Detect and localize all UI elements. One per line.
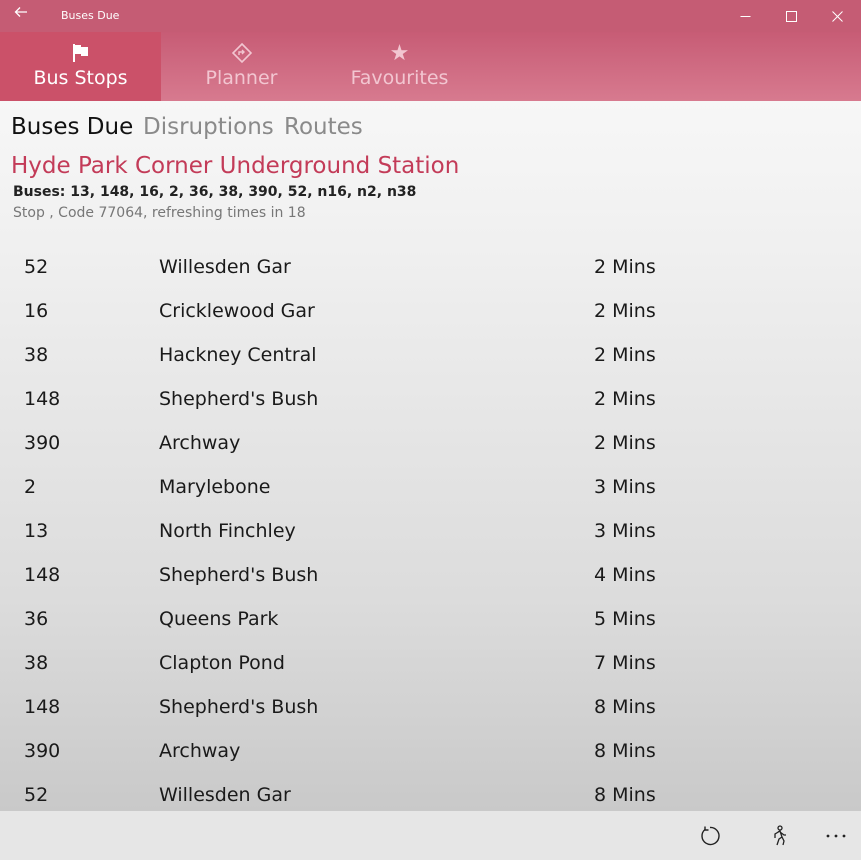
destination: Marylebone <box>159 476 271 498</box>
maximize-button[interactable] <box>768 0 814 32</box>
title-bar: Buses Due <box>0 0 861 32</box>
arrivals-list: 52 Willesden Gar 2 Mins 16 Cricklewood G… <box>0 244 861 811</box>
route-number: 2 <box>24 476 37 498</box>
tab-planner[interactable]: Planner <box>161 32 322 101</box>
close-button[interactable] <box>814 0 860 32</box>
route-number: 390 <box>24 740 61 762</box>
route-number: 36 <box>24 608 49 630</box>
tab-label: Planner <box>205 67 278 89</box>
destination: Shepherd's Bush <box>159 388 319 410</box>
due-time: 8 Mins <box>594 696 656 718</box>
minimize-icon <box>740 15 750 17</box>
subtab-routes[interactable]: Routes <box>284 114 363 140</box>
table-row[interactable]: 148 Shepherd's Bush 8 Mins <box>0 684 861 728</box>
due-time: 5 Mins <box>594 608 656 630</box>
subtab-buses-due[interactable]: Buses Due <box>11 114 133 140</box>
table-row[interactable]: 148 Shepherd's Bush 4 Mins <box>0 552 861 596</box>
back-arrow-icon[interactable] <box>14 4 28 23</box>
due-time: 2 Mins <box>594 344 656 366</box>
due-time: 3 Mins <box>594 476 656 498</box>
destination: Clapton Pond <box>159 652 285 674</box>
route-number: 148 <box>24 388 61 410</box>
table-row[interactable]: 13 North Finchley 3 Mins <box>0 508 861 552</box>
due-time: 2 Mins <box>594 256 656 278</box>
route-number: 13 <box>24 520 49 542</box>
stop-info: Stop , Code 77064, refreshing times in 1… <box>13 205 306 221</box>
table-row[interactable]: 16 Cricklewood Gar 2 Mins <box>0 288 861 332</box>
tab-label: Favourites <box>350 67 449 89</box>
route-number: 52 <box>24 256 49 278</box>
route-number: 38 <box>24 344 49 366</box>
route-number: 38 <box>24 652 49 674</box>
subtab-disruptions[interactable]: Disruptions <box>143 114 274 140</box>
due-time: 7 Mins <box>594 652 656 674</box>
destination: Queens Park <box>159 608 279 630</box>
route-number: 16 <box>24 300 49 322</box>
main-content: Buses Due Disruptions Routes Hyde Park C… <box>0 101 861 811</box>
due-time: 8 Mins <box>594 740 656 762</box>
route-number: 390 <box>24 432 61 454</box>
bottom-app-bar <box>0 811 861 860</box>
table-row[interactable]: 38 Hackney Central 2 Mins <box>0 332 861 376</box>
walking-person-icon <box>774 824 786 845</box>
due-time: 2 Mins <box>594 300 656 322</box>
route-number: 148 <box>24 696 61 718</box>
destination: Hackney Central <box>159 344 317 366</box>
due-time: 4 Mins <box>594 564 656 586</box>
due-time: 2 Mins <box>594 432 656 454</box>
due-time: 3 Mins <box>594 520 656 542</box>
more-icon <box>826 834 846 837</box>
stop-bus-list: Buses: 13, 148, 16, 2, 36, 38, 390, 52, … <box>13 184 417 200</box>
refresh-button[interactable] <box>688 811 732 860</box>
flag-icon <box>0 42 161 64</box>
destination: North Finchley <box>159 520 296 542</box>
due-time: 8 Mins <box>594 784 656 806</box>
tab-bus-stops[interactable]: Bus Stops <box>0 32 161 101</box>
destination: Shepherd's Bush <box>159 564 319 586</box>
walking-button[interactable] <box>757 811 801 860</box>
route-number: 52 <box>24 784 49 806</box>
directions-diamond-icon <box>161 42 322 64</box>
star-icon: ★ <box>389 40 410 66</box>
minimize-button[interactable] <box>722 0 768 32</box>
table-row[interactable]: 390 Archway 2 Mins <box>0 420 861 464</box>
due-time: 2 Mins <box>594 388 656 410</box>
table-row[interactable]: 52 Willesden Gar 2 Mins <box>0 244 861 288</box>
destination: Archway <box>159 432 241 454</box>
destination: Archway <box>159 740 241 762</box>
destination: Willesden Gar <box>159 784 291 806</box>
table-row[interactable]: 390 Archway 8 Mins <box>0 728 861 772</box>
refresh-icon <box>701 826 720 845</box>
table-row[interactable]: 52 Willesden Gar 8 Mins <box>0 772 861 811</box>
top-navigation: Bus Stops Planner ★ Favourites <box>0 32 861 101</box>
tab-favourites[interactable]: ★ Favourites <box>319 32 480 101</box>
destination: Willesden Gar <box>159 256 291 278</box>
tab-label: Bus Stops <box>33 67 128 89</box>
table-row[interactable]: 38 Clapton Pond 7 Mins <box>0 640 861 684</box>
destination: Shepherd's Bush <box>159 696 319 718</box>
more-button[interactable] <box>814 811 858 860</box>
stop-name: Hyde Park Corner Underground Station <box>11 153 460 179</box>
maximize-icon <box>785 10 797 22</box>
table-row[interactable]: 148 Shepherd's Bush 2 Mins <box>0 376 861 420</box>
route-number: 148 <box>24 564 61 586</box>
window-title: Buses Due <box>61 9 120 22</box>
table-row[interactable]: 36 Queens Park 5 Mins <box>0 596 861 640</box>
destination: Cricklewood Gar <box>159 300 315 322</box>
table-row[interactable]: 2 Marylebone 3 Mins <box>0 464 861 508</box>
close-icon <box>831 10 843 22</box>
